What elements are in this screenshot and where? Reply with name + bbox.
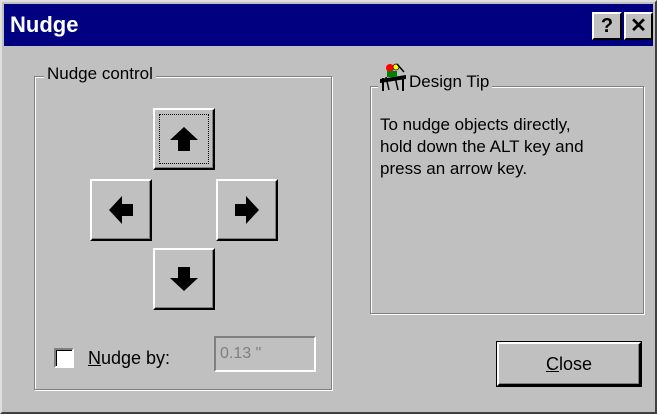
tip-line: To nudge objects directly, <box>380 115 571 134</box>
arrow-down-icon <box>170 267 198 291</box>
design-tip-text: To nudge objects directly, hold down the… <box>380 114 635 180</box>
title-close-button[interactable]: ✕ <box>624 12 653 40</box>
close-button[interactable]: Close <box>496 341 642 387</box>
design-tip-icon <box>380 63 406 91</box>
nudge-by-mnemonic: N <box>88 348 101 368</box>
nudge-right-button[interactable] <box>216 179 278 241</box>
nudge-amount-input[interactable] <box>214 336 316 372</box>
arrow-right-icon <box>235 196 259 224</box>
tip-line: press an arrow key. <box>380 159 528 178</box>
help-button[interactable]: ? <box>592 12 622 40</box>
design-tip-title: Design Tip <box>409 72 490 91</box>
nudge-by-label-text: udge by: <box>101 348 171 368</box>
nudge-by-checkbox[interactable] <box>54 348 74 368</box>
nudge-dialog: Nudge ? ✕ Nudge control Nudge by: 0.13 "… <box>0 0 657 414</box>
nudge-left-button[interactable] <box>90 179 152 241</box>
tip-line: hold down the ALT key and <box>380 137 584 156</box>
nudge-control-label: Nudge control <box>44 64 156 84</box>
nudge-by-label[interactable]: Nudge by: <box>88 346 170 370</box>
design-tip-header: Design Tip <box>378 62 493 92</box>
close-mnemonic: C <box>545 353 559 374</box>
arrow-left-icon <box>109 196 133 224</box>
close-label-text: lose <box>558 353 593 374</box>
arrow-up-icon <box>170 127 198 151</box>
title-bar: Nudge ? ✕ <box>4 4 653 46</box>
nudge-down-button[interactable] <box>153 248 215 310</box>
nudge-up-button[interactable] <box>153 108 215 170</box>
window-title: Nudge <box>10 12 79 37</box>
